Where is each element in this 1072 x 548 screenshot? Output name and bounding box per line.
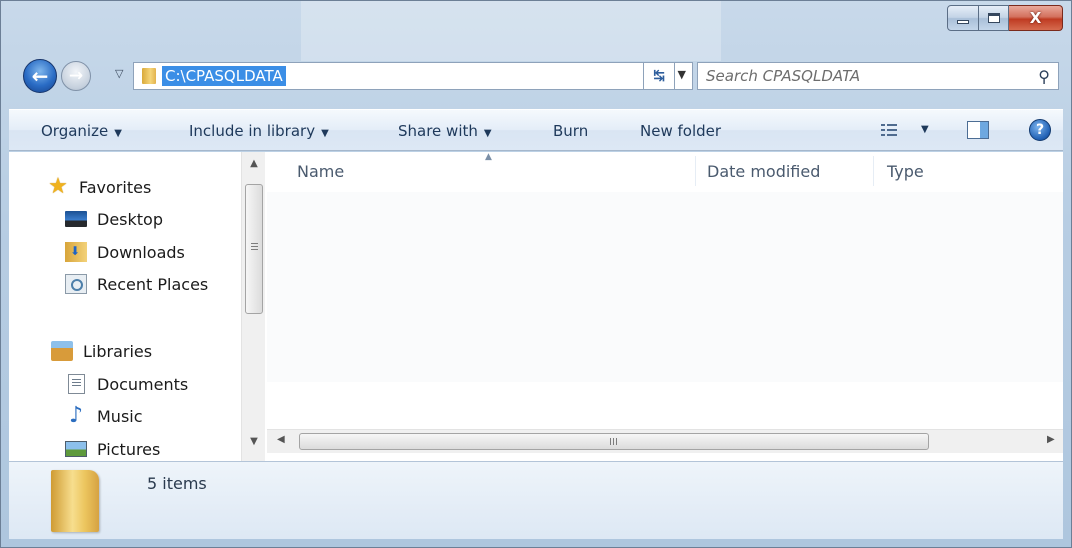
chevron-down-icon: ▼ <box>321 128 329 139</box>
back-arrow-icon: ← <box>31 64 49 88</box>
pictures-icon <box>65 441 87 457</box>
organize-button[interactable]: Organize ▼ <box>41 122 122 140</box>
grip-icon <box>251 243 258 251</box>
address-text[interactable]: C:\CPASQLDATA <box>162 66 286 86</box>
file-list-area[interactable] <box>267 192 1063 382</box>
file-list-horizontal-scrollbar[interactable]: ◀ ▶ <box>267 429 1063 453</box>
sort-ascending-icon: ▲ <box>485 152 492 162</box>
sidebar-item-label: Pictures <box>97 439 161 459</box>
navigation-pane: ★ Favorites Desktop Downloads Recent Pla… <box>9 152 267 461</box>
column-divider[interactable] <box>695 156 696 186</box>
preview-pane-icon[interactable] <box>967 121 989 139</box>
downloads-icon <box>65 242 87 262</box>
forward-arrow-icon: → <box>68 66 84 86</box>
refresh-icon: ↹ <box>653 68 665 84</box>
scrollbar-thumb[interactable] <box>299 433 929 450</box>
new-folder-button[interactable]: New folder <box>640 122 721 140</box>
back-button[interactable]: ← <box>23 59 57 93</box>
details-pane: 5 items <box>9 461 1063 539</box>
new-folder-label: New folder <box>640 122 722 140</box>
recent-places-icon <box>65 274 87 294</box>
share-with-button[interactable]: Share with ▼ <box>398 122 492 140</box>
folder-icon <box>51 470 99 532</box>
column-header-name[interactable]: Name <box>297 162 344 181</box>
minimize-button[interactable] <box>947 5 979 31</box>
close-button[interactable]: X <box>1009 5 1063 31</box>
address-bar[interactable]: C:\CPASQLDATA ▼ <box>133 62 693 90</box>
include-in-library-button[interactable]: Include in library ▼ <box>189 122 329 140</box>
search-icon[interactable]: ⚲ <box>1038 67 1058 86</box>
sidebar-item-label: Desktop <box>97 209 163 229</box>
music-icon: ♪ <box>68 403 84 428</box>
sidebar-item-label: Music <box>97 406 143 426</box>
sidebar-item-favorites[interactable]: ★ Favorites <box>47 172 151 202</box>
command-bar: Organize ▼ Include in library ▼ Share with… <box>9 109 1063 151</box>
column-header-date-modified[interactable]: Date modified <box>707 162 820 181</box>
column-divider[interactable] <box>873 156 874 186</box>
folder-icon <box>142 68 156 84</box>
desktop-icon <box>65 211 87 227</box>
sidebar-item-downloads[interactable]: Downloads <box>65 237 185 267</box>
scroll-right-icon[interactable]: ▶ <box>1047 434 1055 445</box>
scroll-down-icon[interactable]: ▼ <box>242 436 266 447</box>
scroll-up-icon[interactable]: ▲ <box>242 158 266 169</box>
sidebar-item-desktop[interactable]: Desktop <box>65 204 163 234</box>
sidebar-item-label: Libraries <box>83 341 153 361</box>
search-input[interactable]: Search CPASQLDATA <box>698 67 1038 85</box>
share-with-label: Share with <box>398 122 478 140</box>
item-count: 5 items <box>147 474 207 493</box>
scroll-left-icon[interactable]: ◀ <box>277 434 285 445</box>
sidebar-item-label: Downloads <box>97 242 185 262</box>
chevron-down-icon: ▼ <box>114 128 122 139</box>
minimize-icon <box>957 20 969 24</box>
grip-icon <box>610 438 619 445</box>
close-icon: X <box>1029 9 1042 27</box>
maximize-icon <box>987 13 1000 23</box>
refresh-button[interactable]: ↹ <box>643 62 675 90</box>
sidebar-item-music[interactable]: ♪ Music <box>65 401 143 431</box>
help-icon[interactable]: ? <box>1029 119 1051 141</box>
column-header-type[interactable]: Type <box>887 162 924 181</box>
star-icon: ★ <box>48 174 68 199</box>
file-list-pane[interactable]: ▲ Name Date modified Type <box>267 152 1063 461</box>
address-dropdown-icon[interactable]: ▼ <box>678 68 686 81</box>
sidebar-item-pictures[interactable]: Pictures <box>65 434 160 461</box>
title-bar-glass <box>301 1 721 61</box>
burn-label: Burn <box>553 122 589 140</box>
maximize-button[interactable] <box>979 5 1009 31</box>
change-view-icon[interactable] <box>881 123 897 137</box>
sidebar-item-label: Favorites <box>79 177 152 197</box>
organize-label: Organize <box>41 122 109 140</box>
burn-button[interactable]: Burn <box>553 122 588 140</box>
chevron-down-icon: ▼ <box>483 128 492 139</box>
documents-icon <box>68 374 85 394</box>
forward-button[interactable]: → <box>61 61 91 91</box>
sidebar-item-documents[interactable]: Documents <box>65 369 188 399</box>
sidebar-item-label: Documents <box>97 374 189 394</box>
recent-pages-dropdown-icon[interactable]: ▽ <box>115 67 123 80</box>
view-options-dropdown-icon[interactable]: ▼ <box>921 124 929 135</box>
sidebar-item-libraries[interactable]: Libraries <box>51 336 152 366</box>
search-box[interactable]: Search CPASQLDATA ⚲ <box>697 62 1059 90</box>
scrollbar-thumb[interactable] <box>245 184 263 314</box>
sidebar-item-label: Recent Places <box>97 274 209 294</box>
navigation-pane-scrollbar[interactable]: ▲ ▼ <box>241 152 265 461</box>
caption-buttons: X <box>947 5 1063 31</box>
help-glyph: ? <box>1035 122 1045 138</box>
navigation-row: ← → ▽ C:\CPASQLDATA ▼ ↹ Search CPASQLDAT… <box>21 59 1063 95</box>
sidebar-item-recent-places[interactable]: Recent Places <box>65 269 208 299</box>
include-in-library-label: Include in library <box>189 122 316 140</box>
explorer-window: X ← → ▽ C:\CPASQLDATA ▼ ↹ Search CPASQLD… <box>0 0 1072 548</box>
libraries-icon <box>51 341 73 361</box>
